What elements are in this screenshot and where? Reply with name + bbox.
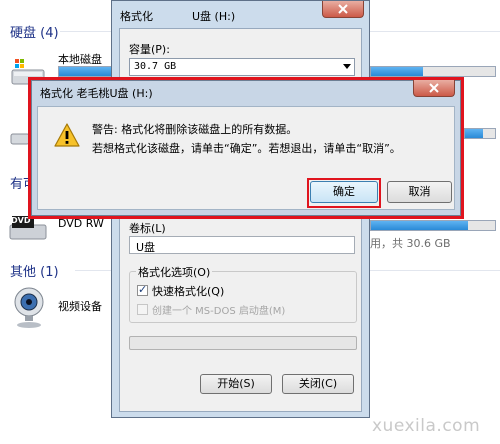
drive-icon[interactable] xyxy=(10,128,30,148)
close-icon xyxy=(429,83,439,93)
format-dialog-title-drive: U盘 (H:) xyxy=(192,10,236,23)
close-icon xyxy=(338,4,348,14)
local-disk-usage-bar xyxy=(58,66,112,77)
group-title-harddisk[interactable]: 硬盘 (4) xyxy=(10,22,59,41)
warning-dialog-body: 警告: 格式化将删除该磁盘上的所有数据。 若想格式化该磁盘，请单击“确定”。若想… xyxy=(37,106,455,210)
msdos-checkbox[interactable] xyxy=(137,304,148,315)
video-device-label[interactable]: 视频设备 xyxy=(58,298,102,314)
local-disk-usage-bar-right xyxy=(370,66,496,77)
warning-dialog-close-button[interactable] xyxy=(413,80,455,97)
warning-message-line1: 警告: 格式化将删除该磁盘上的所有数据。 xyxy=(92,123,298,136)
free-space-text: 用，共 30.6 GB xyxy=(370,237,451,250)
format-dialog-title: 格式化 xyxy=(120,10,153,23)
capacity-label: 容量(P): xyxy=(129,43,170,56)
group-title-other[interactable]: 其他 (1) xyxy=(10,261,59,280)
removable-usage-bar xyxy=(370,220,496,231)
quick-format-label[interactable]: 快速格式化(Q) xyxy=(152,283,224,299)
cancel-button[interactable]: 取消 xyxy=(387,181,452,203)
local-disk-label[interactable]: 本地磁盘 xyxy=(58,51,102,67)
quick-format-checkbox[interactable] xyxy=(137,283,148,296)
webcam-icon[interactable] xyxy=(12,285,46,329)
start-button[interactable]: 开始(S) xyxy=(200,374,272,394)
close-button[interactable]: 关闭(C) xyxy=(282,374,354,394)
watermark-text: xuexila.com xyxy=(372,416,481,436)
warning-icon xyxy=(53,122,81,148)
msdos-label: 创建一个 MS-DOS 启动盘(M) xyxy=(152,306,286,317)
capacity-value: 30.7 GB xyxy=(134,61,177,72)
format-progress-bar xyxy=(129,336,357,350)
capacity-select[interactable]: 30.7 GB xyxy=(129,58,355,76)
ok-button[interactable]: 确定 xyxy=(310,181,378,203)
warning-message-line2: 若想格式化该磁盘，请单击“确定”。若想退出，请单击“取消”。 xyxy=(92,142,401,155)
volume-label: 卷标(L) xyxy=(129,222,166,235)
volume-label-value: U盘 xyxy=(136,241,156,254)
drive-usage-bar xyxy=(464,128,496,139)
volume-label-input[interactable]: U盘 xyxy=(129,236,355,254)
format-options-label: 格式化选项(O) xyxy=(136,264,213,280)
format-warning-dialog: 格式化 老毛桃U盘 (H:) 警告: 格式化将删除该磁盘上的所有数据。 若想格式… xyxy=(28,77,464,219)
format-dialog-close-button[interactable] xyxy=(322,1,364,18)
chevron-down-icon xyxy=(343,64,351,69)
warning-dialog-title: 格式化 老毛桃U盘 (H:) xyxy=(40,87,153,100)
